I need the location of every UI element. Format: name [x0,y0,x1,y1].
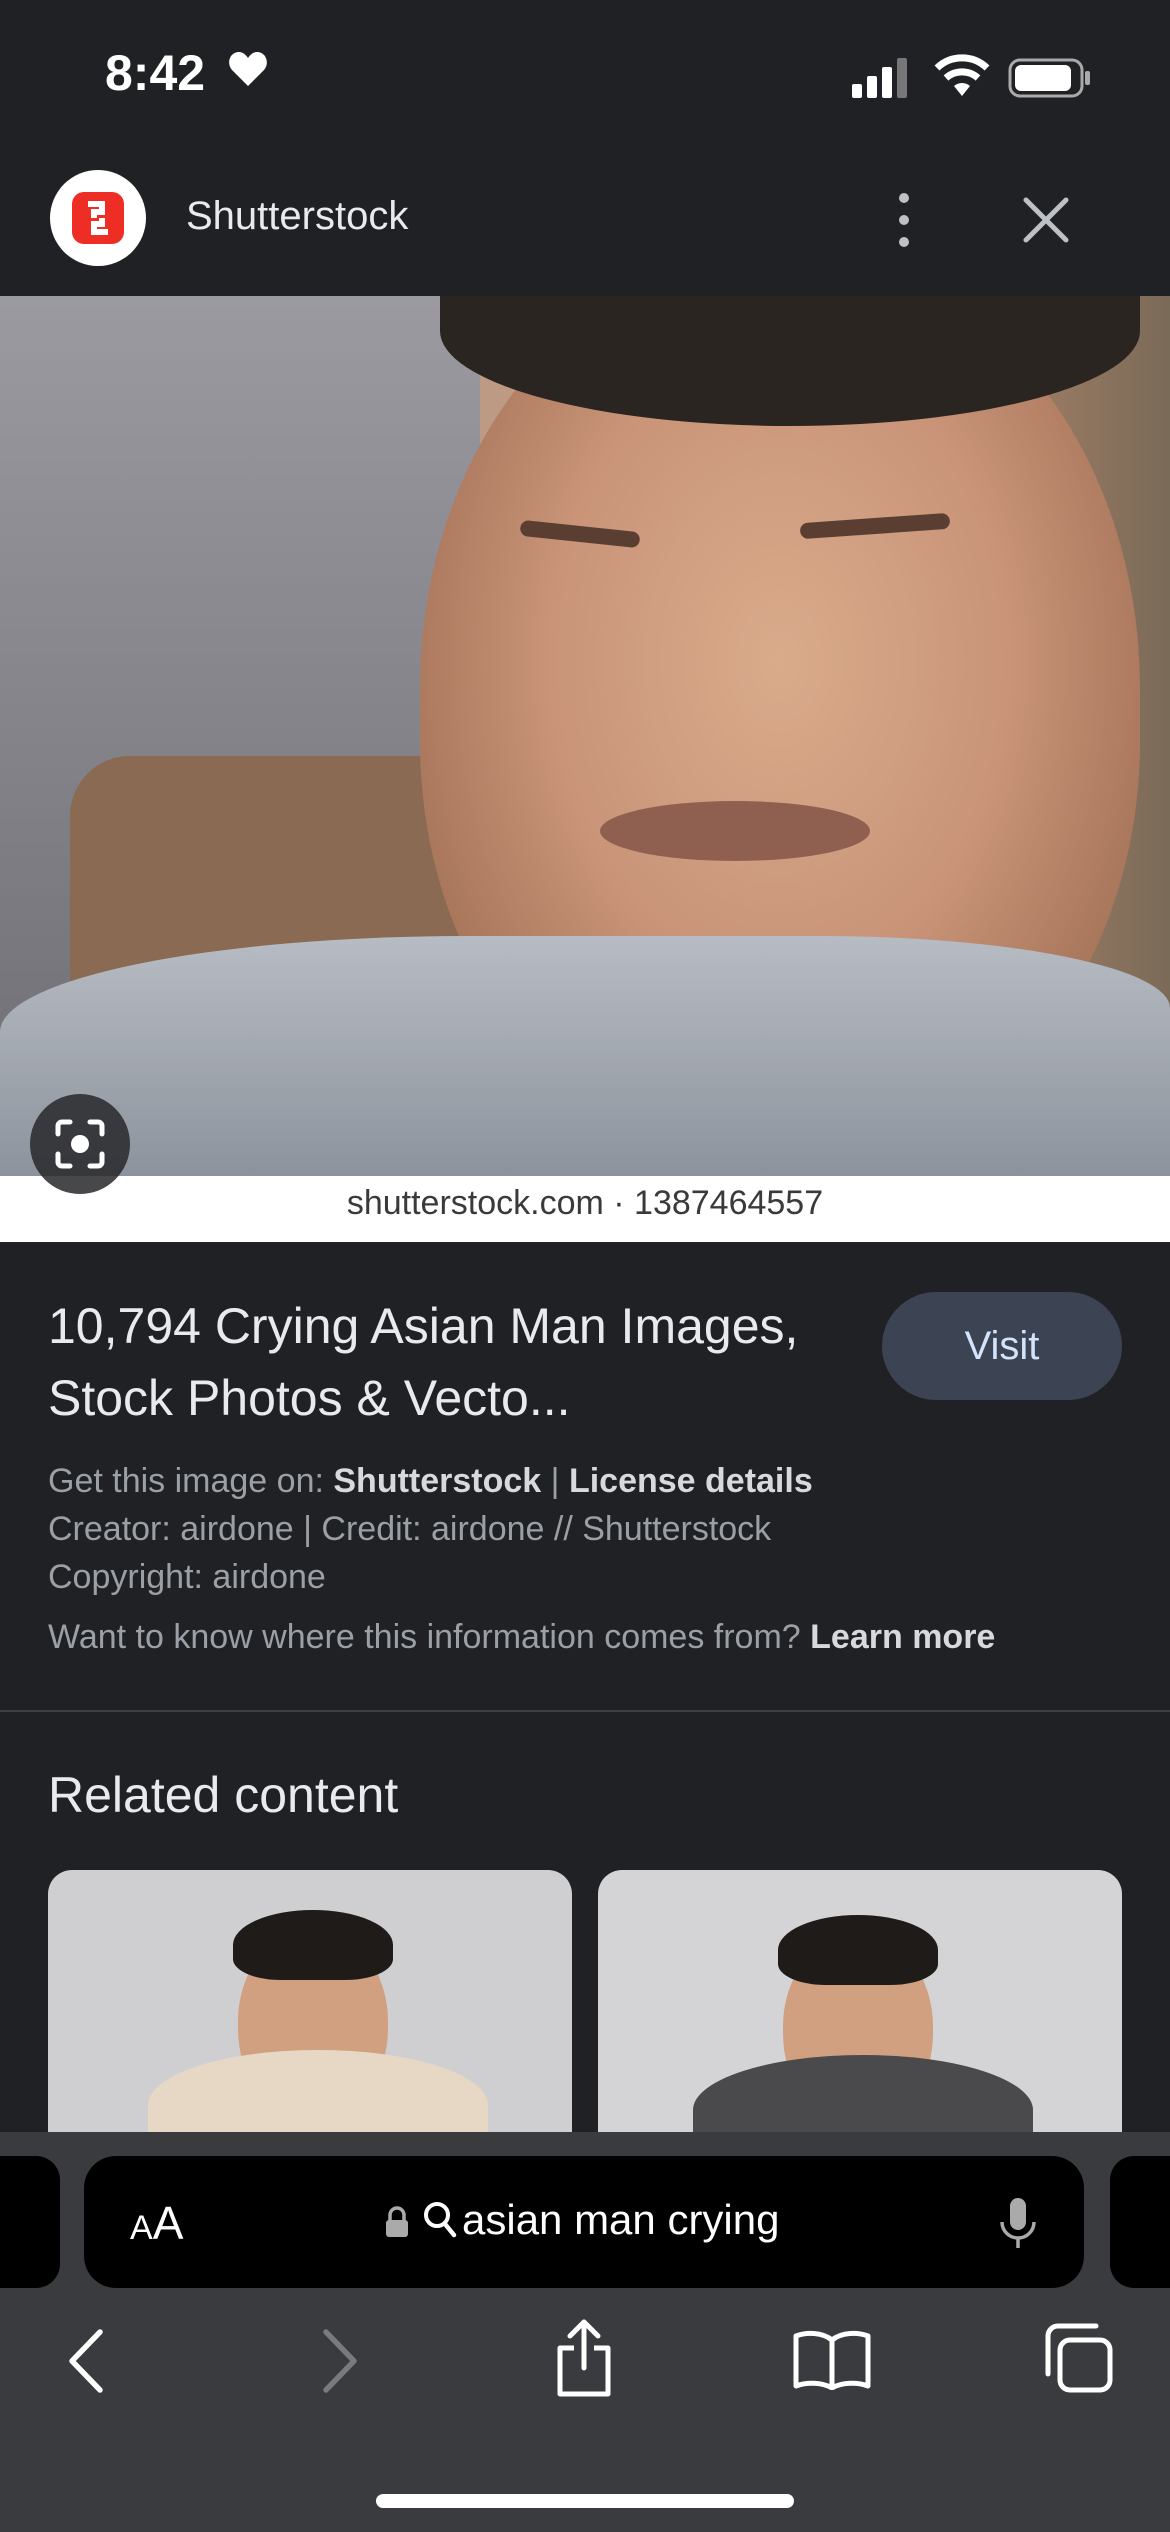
shutterstock-logo [50,170,146,266]
address-text[interactable]: asian man crying [462,2196,779,2244]
info-source-line: Want to know where this information come… [48,1618,995,1657]
lens-search-button[interactable] [30,1094,130,1194]
photo-mouth [600,801,870,861]
wifi-icon [934,54,990,96]
heart-icon [229,52,267,86]
back-icon[interactable] [62,2326,112,2396]
license-details-link[interactable]: License details [569,1462,813,1500]
lock-icon [386,2206,408,2237]
battery-icon [1008,58,1090,98]
home-indicator[interactable] [376,2494,794,2508]
more-vertical-icon[interactable] [884,190,924,250]
site-header [0,150,1170,296]
close-icon[interactable] [1018,192,1074,248]
info-question: Want to know where this information come… [48,1618,801,1656]
copyright-line: Copyright: airdone [48,1558,326,1596]
site-name: Shutterstock [186,194,409,238]
previous-tab-peek[interactable] [0,2156,60,2288]
related-thumbnail[interactable] [598,1870,1122,2140]
lens-search-icon [55,1119,105,1169]
next-tab-peek[interactable] [1110,2156,1170,2288]
search-icon [424,2202,457,2238]
tabs-icon[interactable] [1042,2322,1114,2394]
image-preview[interactable]: shutterstock.com · 1387464557 [0,296,1170,1296]
image-watermark: shutterstock.com · 1387464557 [346,1184,824,1222]
cellular-signal-icon [852,58,907,98]
get-image-line: Get this image on: Shutterstock | Licens… [48,1462,813,1501]
learn-more-link[interactable]: Learn more [810,1618,995,1656]
get-image-prefix: Get this image on: [48,1462,324,1500]
forward-icon[interactable] [314,2326,364,2396]
creator-line: Creator: airdone | Credit: airdone // Sh… [48,1510,772,1548]
separator: | [550,1462,560,1500]
aa-small: A [130,2209,153,2247]
related-thumbnail[interactable] [48,1870,572,2140]
status-time: 8:42 [105,45,206,101]
result-title[interactable]: 10,794 Crying Asian Man Images, Stock Ph… [48,1290,848,1434]
bookmarks-icon[interactable] [792,2330,872,2390]
divider [0,1710,1170,1712]
visit-button[interactable]: Visit [882,1292,1122,1400]
microphone-icon[interactable] [998,2196,1038,2252]
aa-large: A [152,2197,184,2249]
related-content-heading: Related content [48,1767,399,1823]
share-icon[interactable] [552,2318,616,2398]
source-link[interactable]: Shutterstock [333,1462,541,1500]
photo-shirt [0,936,1170,1176]
page-settings-button[interactable]: AA [130,2196,183,2250]
